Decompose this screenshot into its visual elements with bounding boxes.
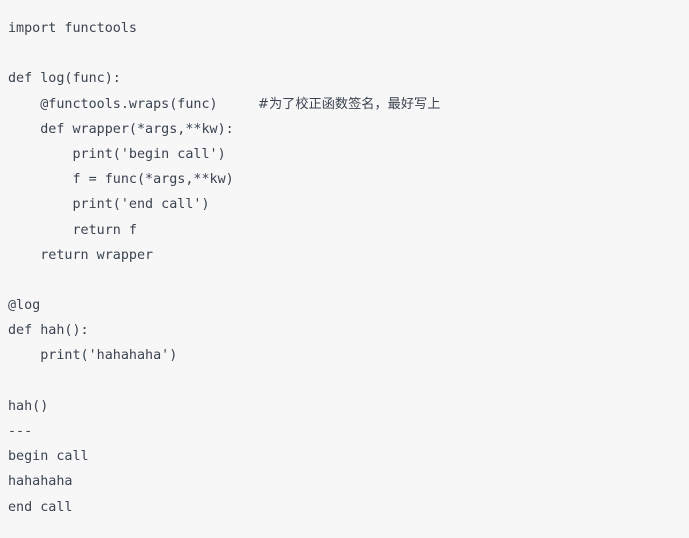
- code-line-text: import functools: [8, 21, 137, 36]
- code-line-text: return f: [8, 222, 137, 238]
- code-line: print('begin call'): [8, 142, 689, 167]
- code-line-text: end call: [8, 499, 73, 515]
- code-line: print('hahahaha'): [8, 343, 689, 368]
- code-line-text: @log: [8, 298, 41, 314]
- code-line-text: return wrapper: [8, 247, 154, 263]
- code-line-text: def hah():: [8, 323, 89, 339]
- code-line: def wrapper(*args,**kw):: [8, 117, 689, 142]
- code-line-text: print('end call'): [8, 197, 210, 213]
- code-line: def log(func):: [8, 66, 689, 91]
- code-line-text: ---: [8, 424, 33, 439]
- code-line: end call: [8, 495, 689, 520]
- code-line: def hah():: [8, 318, 689, 343]
- code-line-text: begin call: [8, 449, 89, 465]
- code-line: import functools: [8, 16, 689, 41]
- code-line-text: print('hahahaha'): [8, 348, 178, 364]
- code-line: return f: [8, 218, 689, 243]
- code-line: ---: [8, 419, 689, 444]
- code-line: @functools.wraps(func) #为了校正函数签名，最好写上: [8, 92, 689, 117]
- code-line-text: @functools.wraps(func): [8, 96, 258, 112]
- code-comment: #为了校正函数签名，最好写上: [257, 96, 441, 112]
- code-line-text: f = func(*args,**kw): [8, 172, 234, 188]
- code-line-text: hah(): [8, 398, 49, 414]
- code-line-text: print('begin call'): [8, 146, 226, 162]
- code-line: print('end call'): [8, 192, 689, 217]
- code-line: hah(): [8, 394, 689, 419]
- code-line: f = func(*args,**kw): [8, 167, 689, 192]
- code-line-text: hahahaha: [8, 474, 73, 490]
- code-line: hahahaha: [8, 469, 689, 494]
- code-listing: import functools def log(func): @functool…: [0, 0, 689, 538]
- code-line: begin call: [8, 444, 689, 469]
- code-line: return wrapper: [8, 243, 689, 268]
- code-line-text: def log(func):: [8, 71, 121, 87]
- code-line: @log: [8, 293, 689, 318]
- code-line-text: def wrapper(*args,**kw):: [8, 121, 234, 137]
